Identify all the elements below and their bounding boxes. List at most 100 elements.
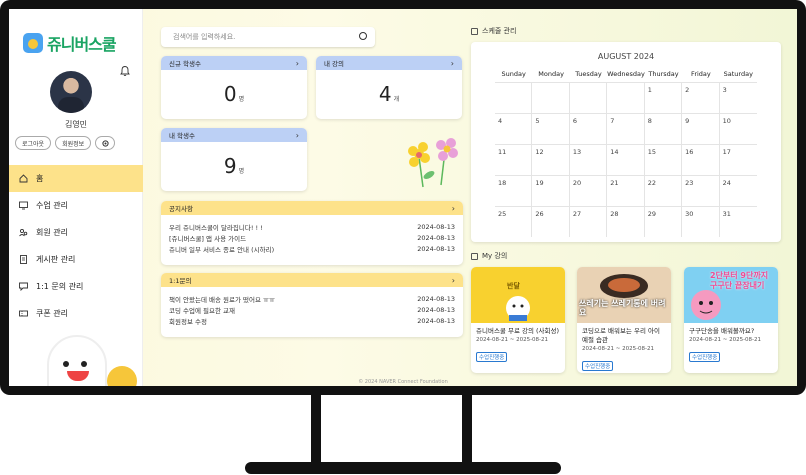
weekday-label: Monday: [538, 70, 564, 78]
search-input[interactable]: 검색어를 입력하세요.: [173, 32, 235, 42]
calendar-day[interactable]: 22: [645, 176, 683, 206]
stat-value-line: 4개: [316, 82, 462, 106]
calendar-day[interactable]: 24: [720, 176, 757, 206]
course-thumbnail: 쓰레기는 쓰레기통에 버려요: [577, 267, 671, 323]
calendar-day[interactable]: 31: [720, 207, 757, 237]
calendar-day[interactable]: 16: [682, 145, 720, 175]
calendar-day[interactable]: 9: [682, 114, 720, 144]
calendar-day[interactable]: 7: [607, 114, 645, 144]
logout-button[interactable]: 로그아웃: [15, 136, 52, 150]
course-card[interactable]: 쓰레기는 쓰레기통에 버려요 코딩으로 배워보는 우리 아이 예절 습관 202…: [577, 267, 671, 373]
notice-list: 우리 쥬니버스쿨이 달라집니다! ! ! 2024-08-13 [쥬니버스쿨] 앱…: [161, 215, 463, 260]
weekday-label: Sunday: [501, 70, 526, 78]
gear-icon: [102, 139, 109, 147]
chevron-right-icon[interactable]: ›: [452, 204, 455, 213]
user-buttons: 로그아웃 회원정보: [15, 136, 116, 150]
notices-card: 공지사항 › 우리 쥬니버스쿨이 달라집니다! ! ! 2024-08-13 [쥬…: [161, 201, 463, 265]
search-icon[interactable]: [359, 32, 367, 40]
chevron-right-icon[interactable]: ›: [296, 131, 299, 140]
list-item[interactable]: 우리 쥬니버스쿨이 달라집니다! ! ! 2024-08-13: [169, 221, 455, 232]
calendar-day[interactable]: 8: [645, 114, 683, 144]
calendar-day[interactable]: 12: [532, 145, 570, 175]
card-title: 내 학생수: [169, 132, 195, 140]
inquiry-title: 코딩 수업에 필요한 교재: [169, 306, 235, 315]
logo[interactable]: 쥬니버스쿨: [23, 31, 117, 55]
calendar-day[interactable]: 21: [607, 176, 645, 206]
calendar-day[interactable]: 3: [720, 83, 757, 113]
list-item[interactable]: 코딩 수업에 필요한 교재 2024-08-13: [169, 304, 455, 315]
calendar-day[interactable]: 29: [645, 207, 683, 237]
calendar-day[interactable]: 23: [682, 176, 720, 206]
calendar-day[interactable]: 19: [532, 176, 570, 206]
bell-icon[interactable]: [119, 65, 131, 77]
search-bar[interactable]: 검색어를 입력하세요.: [161, 27, 375, 47]
list-item[interactable]: 회원정보 수정 2024-08-13: [169, 315, 455, 326]
calendar-day[interactable]: 6: [570, 114, 608, 144]
schedule-title: 스케줄 관리: [482, 27, 517, 35]
book-icon: [471, 252, 478, 260]
calendar-day[interactable]: 26: [532, 207, 570, 237]
list-item[interactable]: 쥬니버 일부 서비스 종료 안내 (시하리) 2024-08-13: [169, 243, 455, 254]
chevron-right-icon[interactable]: ›: [296, 59, 299, 68]
notice-title: 우리 쥬니버스쿨이 달라집니다! ! !: [169, 223, 263, 232]
card-title: 1:1문의: [169, 277, 192, 285]
course-date: 2024-08-21 ~ 2025-08-21: [689, 337, 762, 343]
monitor-icon: [19, 201, 28, 210]
calendar-day[interactable]: 4: [495, 114, 533, 144]
sidebar-item-member-management[interactable]: 회원 관리: [9, 219, 143, 246]
calendar-day[interactable]: 13: [570, 145, 608, 175]
sidebar-item-class-management[interactable]: 수업 관리: [9, 192, 143, 219]
calendar-day[interactable]: 14: [607, 145, 645, 175]
calendar-day[interactable]: 28: [607, 207, 645, 237]
calendar-day[interactable]: [532, 83, 570, 113]
calendar-day[interactable]: [570, 83, 608, 113]
card-header: 내 강의 ›: [316, 56, 462, 70]
list-item[interactable]: 책이 안왔는데 배송 원료가 떴어요 ㅠㅠ 2024-08-13: [169, 293, 455, 304]
calendar-day[interactable]: 1: [645, 83, 683, 113]
calendar-day[interactable]: 11: [495, 145, 533, 175]
sidebar-item-label: 쿠폰 관리: [36, 309, 68, 318]
stat-value-line: 9명: [161, 154, 307, 178]
calendar-day[interactable]: 25: [495, 207, 533, 237]
weekday-label: Thursday: [648, 70, 679, 78]
card-header[interactable]: 공지사항 ›: [161, 201, 463, 215]
calendar-day[interactable]: 18: [495, 176, 533, 206]
my-students-card[interactable]: 내 학생수 › 9명: [161, 128, 307, 191]
chevron-right-icon[interactable]: ›: [452, 276, 455, 285]
settings-button[interactable]: [95, 136, 116, 150]
status-badge: 수업진행중: [582, 361, 614, 371]
home-icon: [19, 174, 28, 183]
sidebar-item-inquiry-management[interactable]: 1:1 문의 관리: [9, 273, 143, 300]
list-item[interactable]: [쥬니버스쿨] 앱 사용 가이드 2024-08-13: [169, 232, 455, 243]
calendar-day[interactable]: 20: [570, 176, 608, 206]
stat-unit: 명: [238, 168, 245, 175]
inquiries-card: 1:1문의 › 책이 안왔는데 배송 원료가 떴어요 ㅠㅠ 2024-08-13 …: [161, 273, 463, 337]
course-card[interactable]: 2단부터 9단까지 구구단 끝장내기 구구단송을 배워볼까요? 2024-08-…: [684, 267, 778, 373]
sidebar-item-coupon-management[interactable]: 쿠폰 관리: [9, 300, 143, 327]
calendar-day[interactable]: [607, 83, 645, 113]
monitor-stand-base: [245, 462, 561, 474]
profile-button[interactable]: 회원정보: [55, 136, 92, 150]
calendar-day[interactable]: 10: [720, 114, 757, 144]
calendar-day[interactable]: 5: [532, 114, 570, 144]
logo-icon: [23, 33, 43, 53]
calendar-day[interactable]: 27: [570, 207, 608, 237]
my-courses-card[interactable]: 내 강의 › 4개: [316, 56, 462, 119]
calendar-icon: [471, 27, 478, 35]
sidebar-item-board-management[interactable]: 게시판 관리: [9, 246, 143, 273]
schedule-section-title: 스케줄 관리: [471, 26, 516, 36]
card-header[interactable]: 1:1문의 ›: [161, 273, 463, 287]
card-header: 신규 학생수 ›: [161, 56, 307, 70]
calendar-day[interactable]: 2: [682, 83, 720, 113]
calendar-day[interactable]: 30: [682, 207, 720, 237]
course-card[interactable]: 반달 쥬니버스쿨 무료 강의 (사회성) 2024-08-21 ~ 2025-0…: [471, 267, 565, 373]
calendar-day[interactable]: [495, 83, 533, 113]
calendar-day[interactable]: 17: [720, 145, 757, 175]
calendar-weekdays: Sunday Monday Tuesday Wednesday Thursday Frid…: [495, 70, 757, 82]
document-icon: [20, 255, 27, 264]
card-title: 신규 학생수: [169, 60, 201, 68]
calendar-day[interactable]: 15: [645, 145, 683, 175]
chevron-right-icon[interactable]: ›: [451, 59, 454, 68]
sidebar-item-home[interactable]: 홈: [9, 165, 143, 192]
new-students-card[interactable]: 신규 학생수 › 0명: [161, 56, 307, 119]
